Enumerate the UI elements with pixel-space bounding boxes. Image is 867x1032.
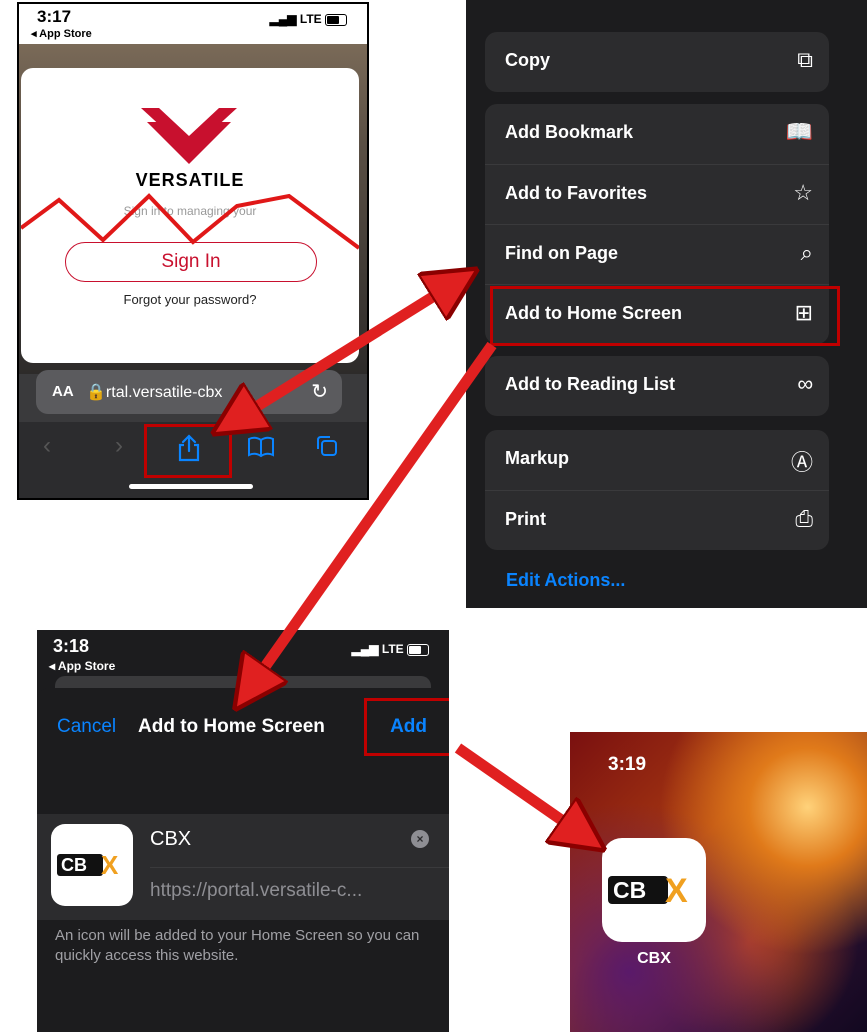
annotation-arrows [0,0,867,1032]
arrow-share-to-menu [235,283,455,420]
arrow-menu-to-sheet [250,341,497,688]
arrow-sheet-to-home [454,743,583,835]
